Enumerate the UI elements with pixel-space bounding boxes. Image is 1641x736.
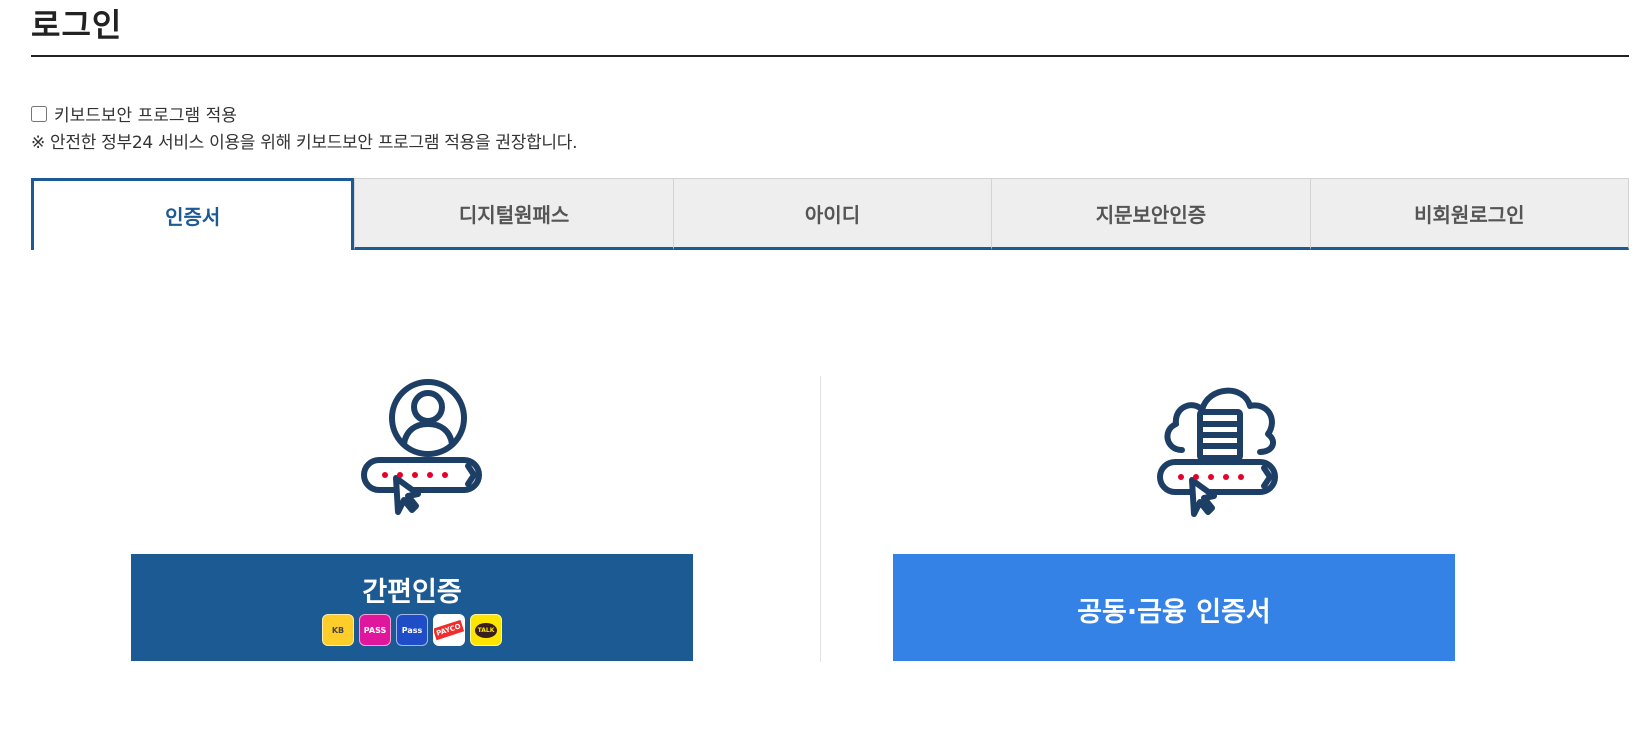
tab-fingerprint[interactable]: 지문보안인증 [991,178,1310,250]
provider-icons: KB PASS Pass PAYCO TALK [131,614,693,646]
tab-id[interactable]: 아이디 [672,178,992,250]
keyboard-security-label: 키보드보안 프로그램 적용 [54,106,237,126]
simple-auth-button[interactable]: 간편인증 KB PASS Pass PAYCO TALK [131,554,693,661]
keyboard-security-checkbox[interactable] [31,105,47,122]
payco-icon: PAYCO [433,614,465,646]
login-method-tabs: 인증서 디지털원패스 아이디 지문보안인증 비회원로그인 [31,178,1630,250]
certificate-label: 공동·금융 인증서 [1077,597,1271,628]
title-divider [31,55,1629,57]
tab-digital-onepass[interactable]: 디지털원패스 [354,178,673,250]
keyboard-security-option[interactable]: 키보드보안 프로그램 적용 [31,101,237,126]
certificate-button[interactable]: 공동·금융 인증서 [893,554,1455,661]
cloud-certificate-icon [1157,387,1278,517]
simple-auth-label: 간편인증 [362,577,462,608]
tab-certificate[interactable]: 인증서 [31,178,355,250]
page-title: 로그인 [31,6,123,44]
kb-icon: KB [322,614,354,646]
tab-guest-login[interactable]: 비회원로그인 [1309,178,1630,250]
column-divider [820,376,821,662]
kakao-talk-icon: TALK [470,614,502,646]
pass-icon: PASS [359,614,391,646]
samsung-pass-icon: Pass [396,614,428,646]
keyboard-security-notice: ※ 안전한 정부24 서비스 이용을 위해 키보드보안 프로그램 적용을 권장합… [31,133,578,153]
user-password-icon [361,379,482,515]
